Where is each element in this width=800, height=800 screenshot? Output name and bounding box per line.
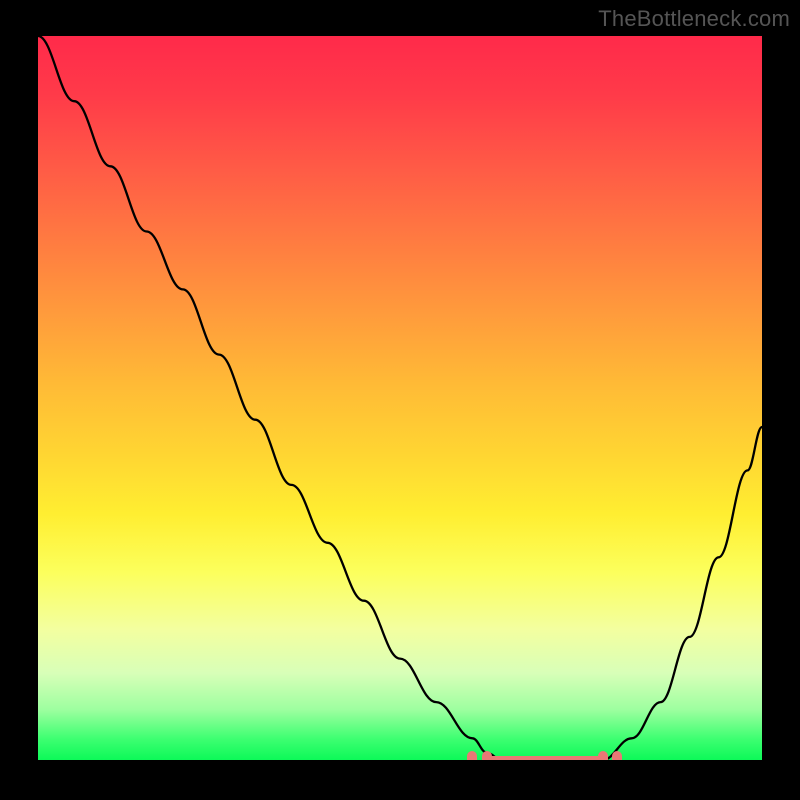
watermark-label: TheBottleneck.com [598, 6, 790, 32]
valley-marker [598, 751, 608, 760]
valley-marker [612, 751, 622, 760]
chart-frame: TheBottleneck.com [0, 0, 800, 800]
valley-marker [482, 751, 492, 760]
plot-area [38, 36, 762, 760]
bottleneck-curve [38, 36, 762, 760]
valley-flat-segment [487, 756, 603, 760]
valley-marker [467, 751, 477, 760]
